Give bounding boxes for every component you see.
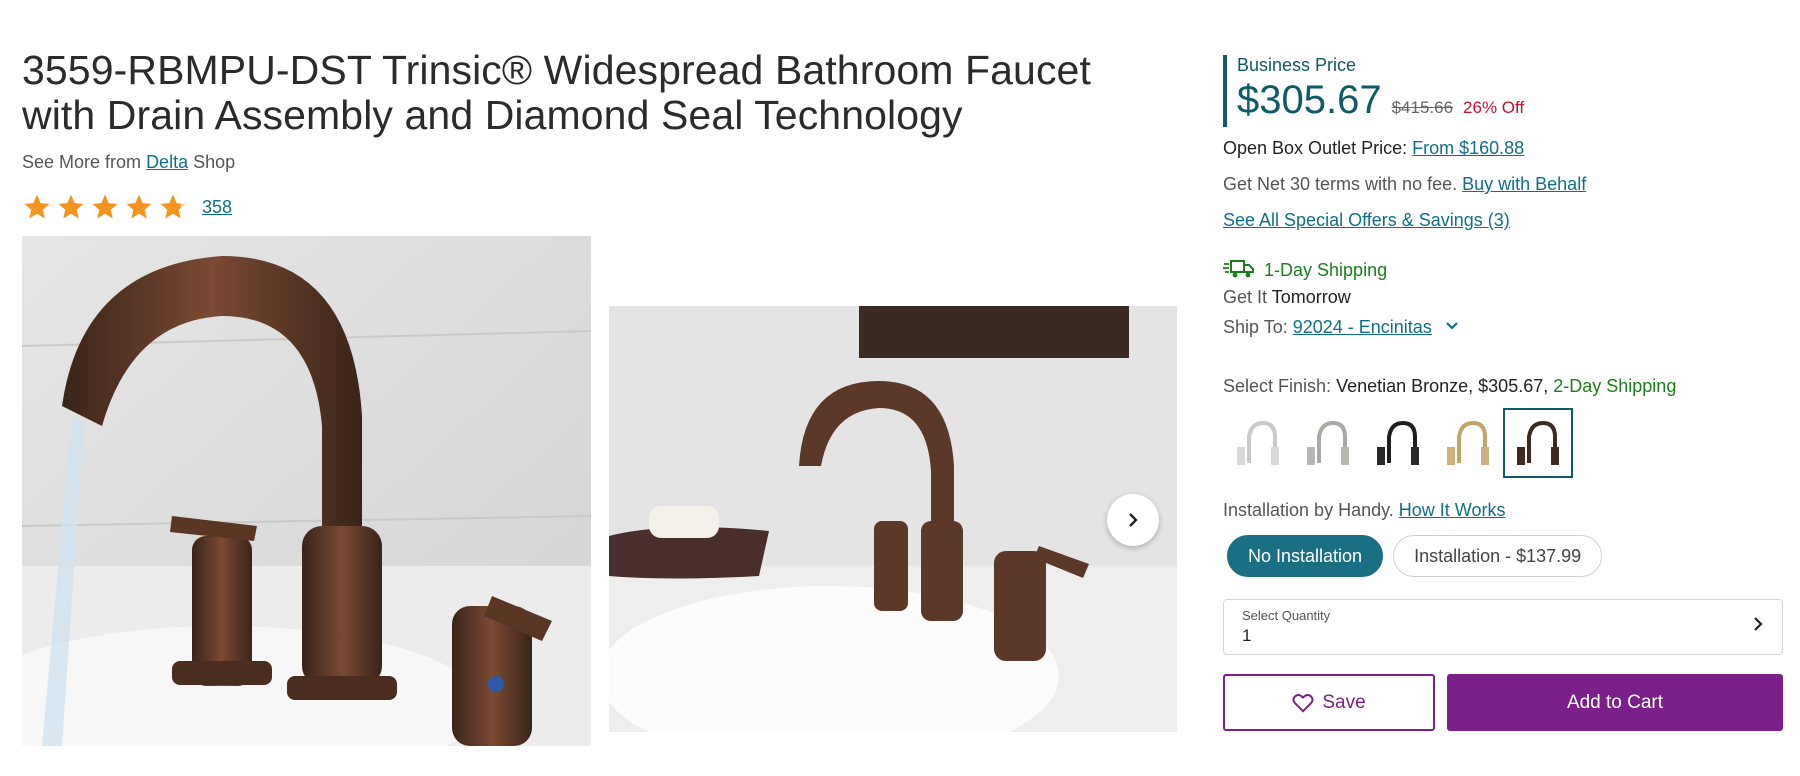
finish-swatches (1223, 408, 1573, 478)
shipping-badge: 1-Day Shipping (1264, 260, 1388, 280)
star-icon (58, 194, 84, 219)
finish-row: Select Finish: Venetian Bronze, $305.67,… (1223, 376, 1676, 397)
how-it-works-link[interactable]: How It Works (1399, 500, 1506, 520)
chevron-right-icon (1754, 617, 1763, 631)
special-offers-link[interactable]: See All Special Offers & Savings (3) (1223, 210, 1510, 230)
original-price: $415.66 (1391, 98, 1454, 117)
buy-with-behalf-link[interactable]: Buy with Behalf (1462, 174, 1586, 194)
shipping-badge-row: 1-Day Shipping (1223, 259, 1387, 281)
star-half-icon (160, 194, 186, 219)
star-icon (24, 194, 50, 219)
finish-selected: Venetian Bronze, $305.67, (1336, 376, 1549, 396)
quantity-label: Select Quantity (1242, 608, 1331, 623)
see-more-from: See More from Delta Shop (22, 152, 235, 173)
ship-to-location-link[interactable]: 92024 - Encinitas (1293, 317, 1432, 337)
save-button[interactable]: Save (1223, 674, 1435, 731)
open-box-label: Open Box Outlet Price: (1223, 138, 1408, 158)
finish-shipping: 2-Day Shipping (1553, 376, 1677, 396)
net30-text: Get Net 30 terms with no fee. (1223, 174, 1458, 194)
get-it-row: Get It Tomorrow (1223, 287, 1351, 308)
installation-row: Installation by Handy. How It Works (1223, 500, 1505, 521)
installation-label: Installation by Handy. (1223, 500, 1394, 520)
quantity-value: 1 (1242, 626, 1252, 645)
truck-icon (1223, 260, 1254, 278)
no-installation-option[interactable]: No Installation (1227, 535, 1384, 577)
heart-icon (1292, 693, 1314, 713)
product-image-secondary[interactable] (609, 306, 1177, 732)
get-it-label: Get It (1223, 287, 1268, 307)
open-box-row: Open Box Outlet Price: From $160.88 (1223, 138, 1524, 159)
quantity-selector[interactable]: Select Quantity 1 (1223, 599, 1783, 655)
finish-swatch-matte-black[interactable] (1363, 408, 1433, 478)
product-image-main[interactable] (22, 236, 591, 746)
discount-badge: 26% Off (1463, 98, 1525, 117)
installation-option[interactable]: Installation - $137.99 (1393, 535, 1603, 577)
price-row: $305.67 $415.66 26% Off (1237, 78, 1524, 123)
save-label: Save (1322, 691, 1366, 713)
finish-swatch-chrome[interactable] (1223, 408, 1293, 478)
finish-swatch-champagne-bronze[interactable] (1433, 408, 1503, 478)
chevron-down-icon[interactable] (1445, 321, 1459, 331)
business-price-label: Business Price (1237, 55, 1357, 75)
finish-swatch-venetian-bronze[interactable] (1503, 408, 1573, 478)
open-box-link[interactable]: From $160.88 (1412, 138, 1524, 158)
star-icon (92, 194, 118, 219)
chevron-right-icon (1129, 513, 1138, 527)
brand-link[interactable]: Delta (146, 152, 188, 172)
product-title: 3559-RBMPU-DST Trinsic® Widespread Bathr… (22, 47, 1091, 138)
image-next-button[interactable] (1107, 494, 1159, 546)
price-block: Business Price $305.67 $415.66 26% Off (1223, 55, 1524, 127)
get-it-value: Tomorrow (1271, 287, 1351, 307)
ship-to-label: Ship To: (1223, 317, 1288, 337)
see-more-suffix: Shop (193, 152, 236, 172)
add-to-cart-button[interactable]: Add to Cart (1447, 674, 1783, 731)
offers-row: See All Special Offers & Savings (3) (1223, 210, 1510, 231)
review-count-link[interactable]: 358 (202, 197, 232, 218)
star-icon (126, 194, 152, 219)
installation-options: No Installation Installation - $137.99 (1227, 535, 1603, 577)
rating-stars[interactable]: 358 (22, 192, 232, 222)
finish-label: Select Finish: (1223, 376, 1332, 396)
see-more-prefix: See More from (22, 152, 142, 172)
net30-row: Get Net 30 terms with no fee. Buy with B… (1223, 174, 1586, 195)
current-price: $305.67 (1237, 78, 1382, 122)
ship-to-row: Ship To: 92024 - Encinitas (1223, 317, 1459, 338)
finish-swatch-brushed-nickel[interactable] (1293, 408, 1363, 478)
